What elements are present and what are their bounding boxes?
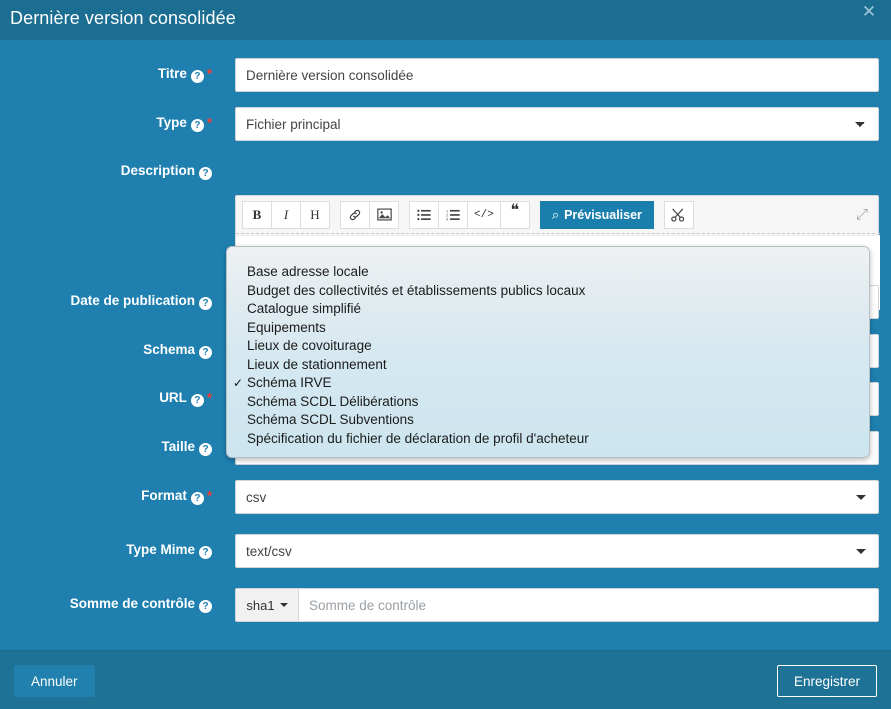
preview-button[interactable]: ⌕ Prévisualiser [539, 200, 654, 229]
toolbar-group-media [340, 200, 399, 229]
label-url: URL? * [0, 390, 212, 407]
scissors-icon[interactable] [663, 200, 694, 229]
svg-text:3: 3 [446, 217, 448, 220]
label-schema-text: Schema [143, 342, 195, 357]
label-schema: Schema? [0, 342, 212, 359]
schema-option-item[interactable]: Base adresse locale [227, 263, 869, 282]
quote-icon[interactable]: ❝ [499, 200, 530, 229]
cancel-button[interactable]: Annuler [14, 665, 95, 697]
help-icon[interactable]: ? [199, 297, 212, 310]
save-button[interactable]: Enregistrer [776, 665, 877, 697]
schema-option-item[interactable]: Equipements [227, 319, 869, 338]
required-marker: * [206, 115, 212, 130]
required-marker: * [206, 390, 212, 405]
help-icon[interactable]: ? [190, 492, 204, 505]
label-titre-text: Titre [157, 66, 187, 81]
resource-edit-modal: Dernière version consolidée ✕ Titre?* Ty… [0, 0, 891, 709]
label-type-mime: Type Mime? [0, 542, 212, 559]
chevron-down-icon [856, 495, 866, 500]
label-taille-text: Taille [161, 439, 195, 454]
schema-option-item[interactable]: Lieux de covoiturage [227, 337, 869, 356]
schema-option-label: Lieux de stationnement [247, 356, 387, 372]
schema-option-label: Catalogue simplifié [247, 301, 362, 316]
chevron-down-icon [279, 603, 288, 607]
modal-header: Dernière version consolidée ✕ [0, 0, 891, 40]
toolbar-group-text: B I H [242, 200, 330, 229]
ordered-list-icon[interactable]: 123 [438, 200, 468, 229]
page-title: Dernière version consolidée [10, 8, 236, 28]
heading-icon[interactable]: H [300, 200, 330, 229]
schema-option-item[interactable]: Schéma SCDL Subventions [227, 411, 869, 430]
editor-toolbar: B I H 123 </> ❝ ⌕ Prévisualiser ⤢ [236, 196, 880, 234]
label-date-publication: Date de publication? [0, 293, 212, 310]
schema-option-item[interactable]: Lieux de stationnement [227, 356, 869, 375]
schema-option-label: Schéma SCDL Délibérations [247, 393, 419, 409]
modal-footer: Annuler Enregistrer [0, 650, 891, 709]
help-icon[interactable]: ? [199, 600, 212, 613]
link-icon[interactable] [340, 200, 370, 229]
label-type-mime-text: Type Mime [126, 542, 195, 557]
schema-option-item[interactable]: Catalogue simplifié [227, 300, 869, 319]
help-icon[interactable]: ? [199, 346, 212, 359]
schema-option-label: Lieux de covoiturage [247, 338, 372, 353]
search-icon: ⌕ [551, 206, 560, 222]
unordered-list-icon[interactable] [409, 200, 439, 229]
label-description-text: Description [120, 163, 195, 178]
schema-option-item[interactable]: Schéma SCDL Délibérations [227, 393, 869, 412]
schema-option-label: Base adresse locale [247, 264, 369, 279]
label-checksum: Somme de contrôle? [0, 596, 212, 613]
help-icon[interactable]: ? [199, 443, 212, 456]
italic-icon[interactable]: I [271, 200, 301, 229]
bold-icon[interactable]: B [242, 200, 272, 229]
schema-option-item[interactable]: Budget des collectivités et établissemen… [227, 282, 869, 301]
format-value: csv [246, 489, 267, 505]
expand-icon[interactable]: ⤢ [856, 206, 874, 223]
preview-label: Prévisualiser [564, 207, 642, 222]
checksum-group: sha1 [235, 588, 879, 622]
label-type-text: Type [156, 115, 187, 130]
schema-options-popup[interactable]: Base adresse locale Budget des collectiv… [226, 246, 870, 458]
schema-option-item-selected[interactable]: ✓ Schéma IRVE [227, 374, 869, 393]
format-select[interactable]: csv [235, 480, 879, 514]
checksum-algo-dropdown[interactable]: sha1 [236, 589, 299, 621]
help-icon[interactable]: ? [190, 394, 204, 407]
label-titre: Titre? * [0, 66, 212, 83]
checksum-input[interactable] [299, 589, 878, 621]
checksum-algo-label: sha1 [246, 597, 275, 613]
label-url-text: URL [159, 390, 187, 405]
label-date-publication-text: Date de publication [70, 293, 195, 308]
schema-option-label: Schéma SCDL Subventions [247, 412, 414, 427]
help-icon[interactable]: ? [190, 70, 204, 83]
label-description: Description? [0, 163, 212, 180]
close-icon[interactable]: ✕ [859, 2, 879, 22]
required-marker: * [206, 488, 212, 503]
schema-option-label: Schéma IRVE [247, 375, 332, 390]
image-icon[interactable] [369, 200, 399, 229]
label-format: Format? * [0, 488, 212, 505]
label-checksum-text: Somme de contrôle [69, 596, 195, 611]
required-marker: * [206, 66, 212, 81]
toolbar-group-extra [663, 200, 694, 229]
chevron-down-icon [856, 549, 866, 554]
check-icon: ✓ [233, 376, 244, 390]
schema-option-label: Spécification du fichier de déclaration … [247, 430, 589, 446]
code-icon[interactable]: </> [467, 200, 501, 229]
help-icon[interactable]: ? [190, 119, 204, 132]
type-select[interactable]: Fichier principal [235, 107, 879, 141]
label-format-text: Format [141, 488, 187, 503]
schema-option-item[interactable]: Spécification du fichier de déclaration … [227, 430, 869, 449]
schema-option-label: Equipements [247, 319, 326, 335]
toolbar-group-blocks: 123 </> ❝ [409, 200, 530, 229]
titre-input[interactable] [235, 58, 879, 92]
schema-option-label: Budget des collectivités et établissemen… [247, 282, 586, 298]
type-mime-value: text/csv [246, 543, 292, 559]
help-icon[interactable]: ? [199, 546, 212, 559]
label-type: Type? * [0, 115, 212, 132]
label-taille: Taille? [0, 439, 212, 456]
modal-body: Titre?* Type?* Fichier principal Descrip… [0, 40, 891, 650]
type-mime-select[interactable]: text/csv [235, 534, 879, 568]
help-icon[interactable]: ? [199, 167, 212, 180]
